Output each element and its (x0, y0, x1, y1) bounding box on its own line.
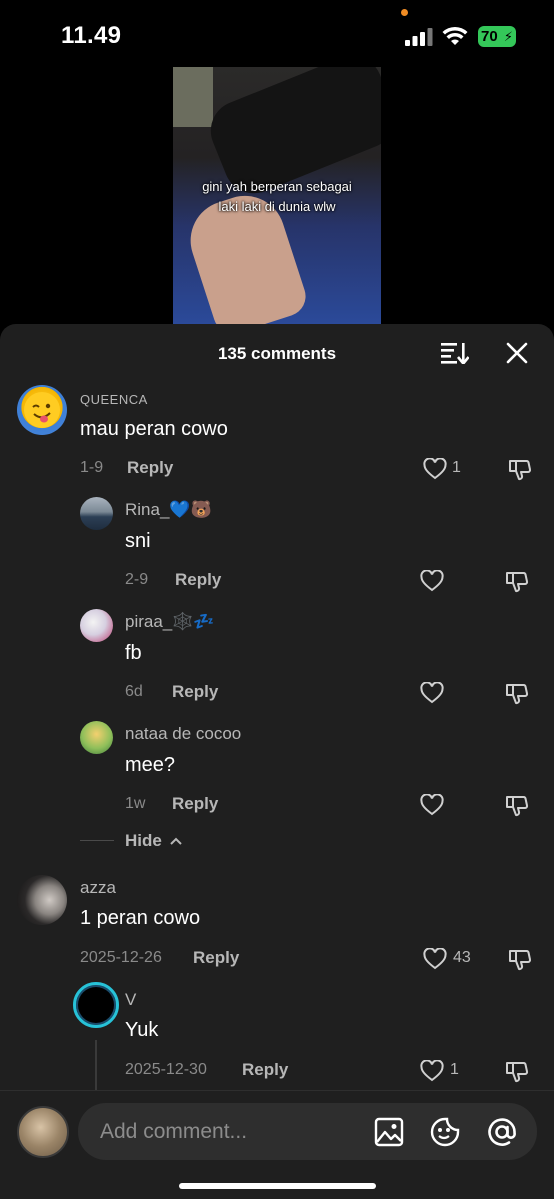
signal-icon (405, 28, 433, 46)
comment-input[interactable] (100, 1103, 360, 1160)
charging-bolt-icon: ⚡ (503, 29, 513, 44)
home-indicator (179, 1183, 376, 1189)
comment-count: 135 comments (217, 344, 337, 363)
comment-date: 1-9 (80, 459, 104, 476)
reply-button[interactable]: Reply (172, 794, 218, 814)
at-icon[interactable] (487, 1117, 517, 1147)
heart-icon[interactable] (420, 682, 444, 704)
chevron-up-icon (169, 837, 182, 845)
sticker-icon[interactable] (430, 1117, 460, 1147)
comment-text: sni (125, 530, 151, 552)
wifi-icon (442, 26, 468, 45)
status-bar: 11.49 70 ⚡ (0, 0, 554, 66)
like-count: 1 (450, 1061, 459, 1078)
comment-composer (0, 1090, 554, 1199)
comment-username[interactable]: azza (80, 878, 116, 898)
avatar[interactable] (80, 497, 113, 530)
video-scene-wall (173, 67, 213, 127)
comment-text: fb (125, 642, 142, 664)
reply-button[interactable]: Reply (193, 948, 239, 968)
comment-date: 2025-12-26 (80, 949, 162, 966)
like-count: 43 (453, 949, 471, 966)
comment-username[interactable]: piraa_🕸️💤 (125, 612, 215, 632)
reply-button[interactable]: Reply (242, 1060, 288, 1080)
dislike-icon[interactable] (508, 457, 532, 481)
avatar[interactable] (73, 982, 119, 1028)
avatar[interactable] (17, 875, 67, 925)
comment-text: mee? (125, 754, 176, 776)
current-user-avatar[interactable] (17, 1106, 69, 1158)
hide-replies-button[interactable]: Hide (125, 831, 183, 851)
video-preview[interactable]: gini yah berperan sebagai laki laki di d… (173, 67, 381, 325)
like-count: 1 (452, 459, 461, 476)
dislike-icon[interactable] (505, 1059, 529, 1083)
comments-header: 135 comments (0, 324, 554, 382)
reply-button[interactable]: Reply (175, 570, 221, 590)
hide-label: Hide (125, 831, 162, 850)
comment-text: mau peran cowo (80, 418, 228, 440)
comments-sheet: 135 comments QUEENCA mau peran cowo 1-9 (0, 324, 554, 1199)
dislike-icon[interactable] (505, 569, 529, 593)
comment-date: 2-9 (125, 571, 149, 588)
heart-icon[interactable] (420, 1060, 444, 1082)
comment-username[interactable]: nataa de cocoo (125, 724, 241, 744)
hide-divider (80, 840, 114, 841)
heart-icon[interactable] (423, 948, 447, 970)
sort-icon[interactable] (441, 342, 469, 364)
close-icon[interactable] (505, 341, 529, 365)
battery-indicator: 70 ⚡ (478, 26, 516, 47)
comment-text: Yuk (125, 1019, 159, 1041)
comment-date: 6d (125, 683, 143, 700)
dislike-icon[interactable] (508, 947, 532, 971)
comment-username[interactable]: QUEENCA (80, 392, 148, 407)
status-time: 11.49 (61, 22, 122, 49)
avatar[interactable] (80, 721, 113, 754)
image-icon[interactable] (374, 1117, 404, 1147)
reply-button[interactable]: Reply (172, 682, 218, 702)
video-caption-line-2: laki laki di dunia wlw (218, 199, 336, 214)
avatar[interactable] (17, 385, 67, 435)
heart-icon[interactable] (420, 794, 444, 816)
comment-date: 2025-12-30 (125, 1061, 207, 1078)
privacy-indicator-dot (401, 9, 408, 16)
avatar[interactable] (80, 609, 113, 642)
comment-text: 1 peran cowo (80, 907, 201, 929)
dislike-icon[interactable] (505, 681, 529, 705)
heart-icon[interactable] (420, 570, 444, 592)
reply-button[interactable]: Reply (127, 458, 173, 478)
comment-date: 1w (125, 795, 146, 812)
comment-username[interactable]: Rina_💙🐻 (125, 500, 212, 520)
dislike-icon[interactable] (505, 793, 529, 817)
comment-username[interactable]: V (125, 990, 136, 1010)
video-caption: gini yah berperan sebagai laki laki di d… (173, 177, 381, 217)
video-caption-line-1: gini yah berperan sebagai (202, 179, 352, 194)
battery-level: 70 (481, 28, 498, 45)
comment-input-container[interactable] (78, 1103, 537, 1160)
heart-icon[interactable] (423, 458, 447, 480)
emoji-face-icon (24, 392, 60, 428)
